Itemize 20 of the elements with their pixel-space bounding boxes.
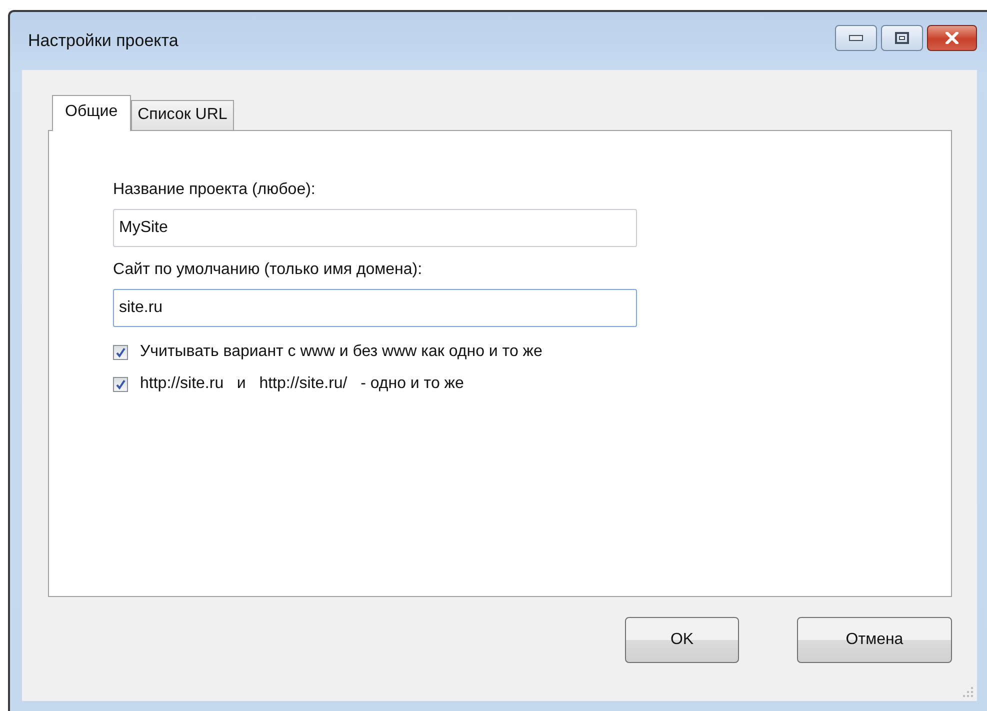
field-label: Сайт по умолчанию (только имя домена): xyxy=(113,261,422,279)
resize-grip-icon xyxy=(963,687,973,697)
checkbox-label: http://site.ru и http://site.ru/ - одно и то же xyxy=(140,375,464,393)
close-icon xyxy=(944,32,960,44)
field-label: Название проекта (любое): xyxy=(113,181,316,199)
tab[interactable]: Список URL xyxy=(130,100,234,130)
checkbox[interactable] xyxy=(113,344,128,360)
restore-button[interactable] xyxy=(881,25,923,51)
checkbox[interactable] xyxy=(113,376,128,392)
ok-button[interactable]: OK xyxy=(625,617,739,663)
input-field[interactable]: site.ru xyxy=(113,289,637,327)
tab[interactable]: Общие xyxy=(52,95,131,131)
minimize-button[interactable] xyxy=(835,25,877,51)
checkbox-label: Учитывать вариант с www и без www как одно и то же xyxy=(140,343,542,361)
window-title: Настройки проекта xyxy=(28,31,178,51)
input-field[interactable]: MySite xyxy=(113,209,637,247)
minimize-icon xyxy=(849,34,863,42)
restore-icon xyxy=(895,32,909,44)
cancel-button[interactable]: Отмена xyxy=(797,617,952,663)
close-button[interactable] xyxy=(927,25,977,51)
